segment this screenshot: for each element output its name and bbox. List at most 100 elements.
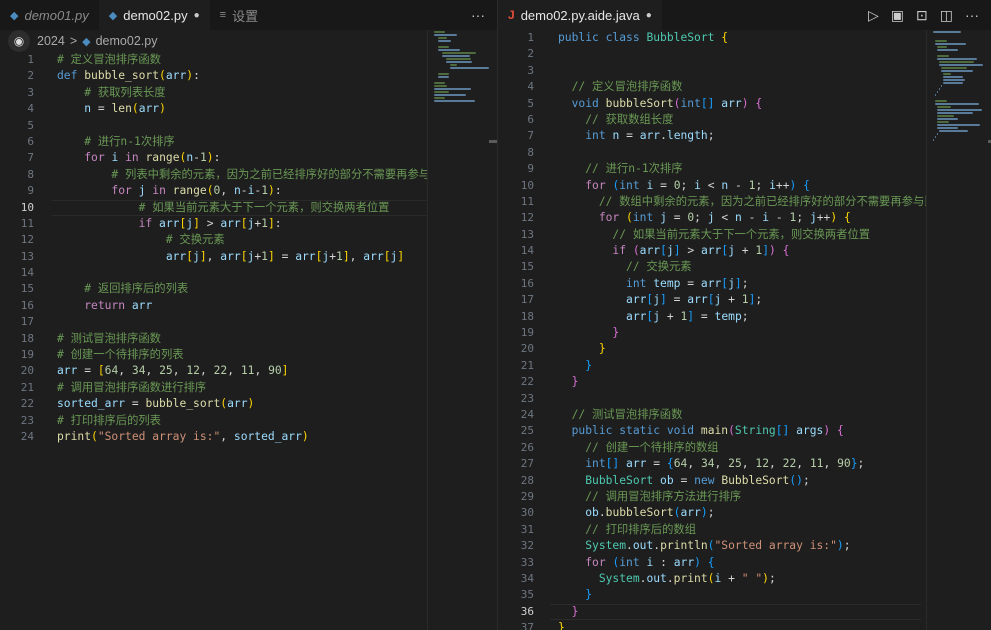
code-line[interactable]: 22 sorted_arr = bubble_sort(arr) bbox=[0, 396, 497, 412]
code-text[interactable]: for (int i : arr) { bbox=[558, 555, 714, 571]
code-text[interactable]: for (int j = 0; j < n - i - 1; j++) { bbox=[558, 210, 851, 226]
code-line[interactable]: 21 } bbox=[498, 358, 991, 374]
tab-demo02[interactable]: ◆ demo02.py ● bbox=[98, 0, 210, 30]
open-changes-icon[interactable]: ▣ bbox=[891, 7, 904, 24]
code-line[interactable]: 1 public class BubbleSort { bbox=[498, 30, 991, 46]
code-line[interactable]: 19 # 创建一个待排序的列表 bbox=[0, 347, 497, 363]
code-line[interactable]: 8 bbox=[498, 145, 991, 161]
code-line[interactable]: 25 public static void main(String[] args… bbox=[498, 423, 991, 439]
code-line[interactable]: 30 ob.bubbleSort(arr); bbox=[498, 505, 991, 521]
code-line[interactable]: 12 for (int j = 0; j < n - i - 1; j++) { bbox=[498, 210, 991, 226]
code-text[interactable]: # 获取列表长度 bbox=[57, 85, 165, 101]
code-text[interactable]: sorted_arr = bubble_sort(arr) bbox=[57, 396, 254, 412]
code-line[interactable]: 27 int[] arr = {64, 34, 25, 12, 22, 11, … bbox=[498, 456, 991, 472]
code-text[interactable]: return arr bbox=[57, 298, 152, 314]
code-text[interactable]: # 测试冒泡排序函数 bbox=[57, 331, 161, 347]
code-line[interactable]: 9 for j in range(0, n-i-1): bbox=[0, 183, 497, 199]
code-line[interactable]: 20 } bbox=[498, 341, 991, 357]
code-line[interactable]: 14 if (arr[j] > arr[j + 1]) { bbox=[498, 243, 991, 259]
code-line[interactable]: 37} bbox=[498, 620, 991, 630]
minimap[interactable] bbox=[926, 30, 991, 630]
breadcrumb-file[interactable]: demo02.py bbox=[96, 34, 158, 48]
code-text[interactable]: # 进行n-1次排序 bbox=[57, 134, 175, 150]
code-line[interactable]: 34 System.out.print(i + " "); bbox=[498, 571, 991, 587]
tab-demo01[interactable]: ◆ demo01.py bbox=[0, 0, 99, 30]
code-text[interactable]: } bbox=[558, 358, 592, 374]
code-text[interactable]: // 进行n-1次排序 bbox=[558, 161, 682, 177]
code-text[interactable]: if (arr[j] > arr[j + 1]) { bbox=[558, 243, 789, 259]
code-line[interactable]: 3 bbox=[498, 63, 991, 79]
code-text[interactable]: int[] arr = {64, 34, 25, 12, 22, 11, 90}… bbox=[558, 456, 864, 472]
code-text[interactable]: // 调用冒泡排序方法进行排序 bbox=[558, 489, 741, 505]
code-text[interactable]: arr[j], arr[j+1] = arr[j+1], arr[j] bbox=[57, 249, 404, 265]
code-line[interactable]: 23 bbox=[498, 391, 991, 407]
code-line[interactable]: 31 // 打印排序后的数组 bbox=[498, 522, 991, 538]
code-line[interactable]: 20 arr = [64, 34, 25, 12, 22, 11, 90] bbox=[0, 363, 497, 379]
code-line[interactable]: 16 return arr bbox=[0, 298, 497, 314]
code-line[interactable]: 15 # 返回排序后的列表 bbox=[0, 281, 497, 297]
code-text[interactable]: # 打印排序后的列表 bbox=[57, 413, 161, 429]
code-text[interactable]: // 获取数组长度 bbox=[558, 112, 673, 128]
code-line[interactable]: 29 // 调用冒泡排序方法进行排序 bbox=[498, 489, 991, 505]
code-line[interactable]: 17 arr[j] = arr[j + 1]; bbox=[498, 292, 991, 308]
code-text[interactable]: // 创建一个待排序的数组 bbox=[558, 440, 718, 456]
unsaved-dot-icon[interactable]: ● bbox=[646, 10, 652, 21]
more-icon[interactable]: ··· bbox=[965, 7, 979, 23]
code-text[interactable]: int temp = arr[j]; bbox=[558, 276, 749, 292]
code-text[interactable]: arr[j + 1] = temp; bbox=[558, 309, 749, 325]
code-line[interactable]: 13 arr[j], arr[j+1] = arr[j+1], arr[j] bbox=[0, 249, 497, 265]
code-text[interactable]: } bbox=[558, 587, 592, 603]
code-text[interactable]: n = len(arr) bbox=[57, 101, 166, 117]
code-line[interactable]: 16 int temp = arr[j]; bbox=[498, 276, 991, 292]
code-line[interactable]: 5 bbox=[0, 118, 497, 134]
code-line[interactable]: 8 # 列表中剩余的元素，因为之前已经排序好的部分不需要再参与比较 bbox=[0, 167, 497, 183]
code-line[interactable]: 12 # 交换元素 bbox=[0, 232, 497, 248]
code-text[interactable]: int n = arr.length; bbox=[558, 128, 714, 144]
code-line[interactable]: 5 void bubbleSort(int[] arr) { bbox=[498, 96, 991, 112]
code-text[interactable]: if arr[j] > arr[j+1]: bbox=[57, 216, 282, 232]
code-line[interactable]: 10 for (int i = 0; i < n - 1; i++) { bbox=[498, 178, 991, 194]
code-line[interactable]: 22 } bbox=[498, 374, 991, 390]
code-line[interactable]: 17 bbox=[0, 314, 497, 330]
code-line[interactable]: 2 def bubble_sort(arr): bbox=[0, 68, 497, 84]
code-line[interactable]: 1 # 定义冒泡排序函数 bbox=[0, 52, 497, 68]
copilot-icon[interactable]: ◉ bbox=[8, 30, 30, 52]
code-line[interactable]: 36 } bbox=[498, 603, 991, 621]
code-editor-python[interactable]: 1 # 定义冒泡排序函数 2 def bubble_sort(arr): 3 # 获取列… bbox=[0, 52, 497, 630]
code-text[interactable]: public class BubbleSort { bbox=[558, 30, 728, 46]
compare-icon[interactable]: ⊡ bbox=[916, 7, 928, 24]
minimap[interactable] bbox=[427, 30, 497, 630]
code-text[interactable]: # 调用冒泡排序函数进行排序 bbox=[57, 380, 206, 396]
code-text[interactable]: # 交换元素 bbox=[57, 232, 225, 248]
code-line[interactable]: 3 # 获取列表长度 bbox=[0, 85, 497, 101]
code-text[interactable]: public static void main(String[] args) { bbox=[558, 423, 844, 439]
run-icon[interactable]: ▷ bbox=[868, 7, 879, 24]
code-text[interactable]: print("Sorted array is:", sorted_arr) bbox=[57, 429, 309, 445]
code-line[interactable]: 2 bbox=[498, 46, 991, 62]
code-text[interactable]: # 创建一个待排序的列表 bbox=[57, 347, 184, 363]
code-line[interactable]: 33 for (int i : arr) { bbox=[498, 555, 991, 571]
code-text[interactable]: # 返回排序后的列表 bbox=[57, 281, 188, 297]
code-text[interactable]: } bbox=[558, 325, 619, 341]
code-line[interactable]: 24 print("Sorted array is:", sorted_arr) bbox=[0, 429, 497, 445]
code-text[interactable]: // 交换元素 bbox=[558, 259, 692, 275]
code-line[interactable]: 10 # 如果当前元素大于下一个元素，则交换两者位置 bbox=[0, 199, 497, 217]
more-actions-icon[interactable]: ··· bbox=[471, 7, 485, 23]
code-text[interactable]: ob.bubbleSort(arr); bbox=[558, 505, 714, 521]
code-line[interactable]: 14 bbox=[0, 265, 497, 281]
code-text[interactable]: # 定义冒泡排序函数 bbox=[57, 52, 161, 68]
tab-settings[interactable]: ≡ 设置 bbox=[210, 0, 268, 30]
code-line[interactable]: 28 BubbleSort ob = new BubbleSort(); bbox=[498, 473, 991, 489]
code-line[interactable]: 4 n = len(arr) bbox=[0, 101, 497, 117]
code-text[interactable]: System.out.println("Sorted array is:"); bbox=[558, 538, 850, 554]
code-text[interactable]: } bbox=[558, 341, 606, 357]
split-editor-icon[interactable]: ◫ bbox=[940, 7, 953, 24]
code-text[interactable]: } bbox=[558, 620, 565, 630]
unsaved-dot-icon[interactable]: ● bbox=[194, 10, 200, 21]
code-line[interactable]: 35 } bbox=[498, 587, 991, 603]
code-text[interactable]: arr = [64, 34, 25, 12, 22, 11, 90] bbox=[57, 363, 288, 379]
code-line[interactable]: 11 // 数组中剩余的元素，因为之前已经排序好的部分不需要再参与比较 bbox=[498, 194, 991, 210]
breadcrumb-folder[interactable]: 2024 bbox=[37, 34, 65, 48]
code-text[interactable]: # 如果当前元素大于下一个元素，则交换两者位置 bbox=[57, 200, 390, 216]
code-text[interactable]: // 打印排序后的数组 bbox=[558, 522, 696, 538]
